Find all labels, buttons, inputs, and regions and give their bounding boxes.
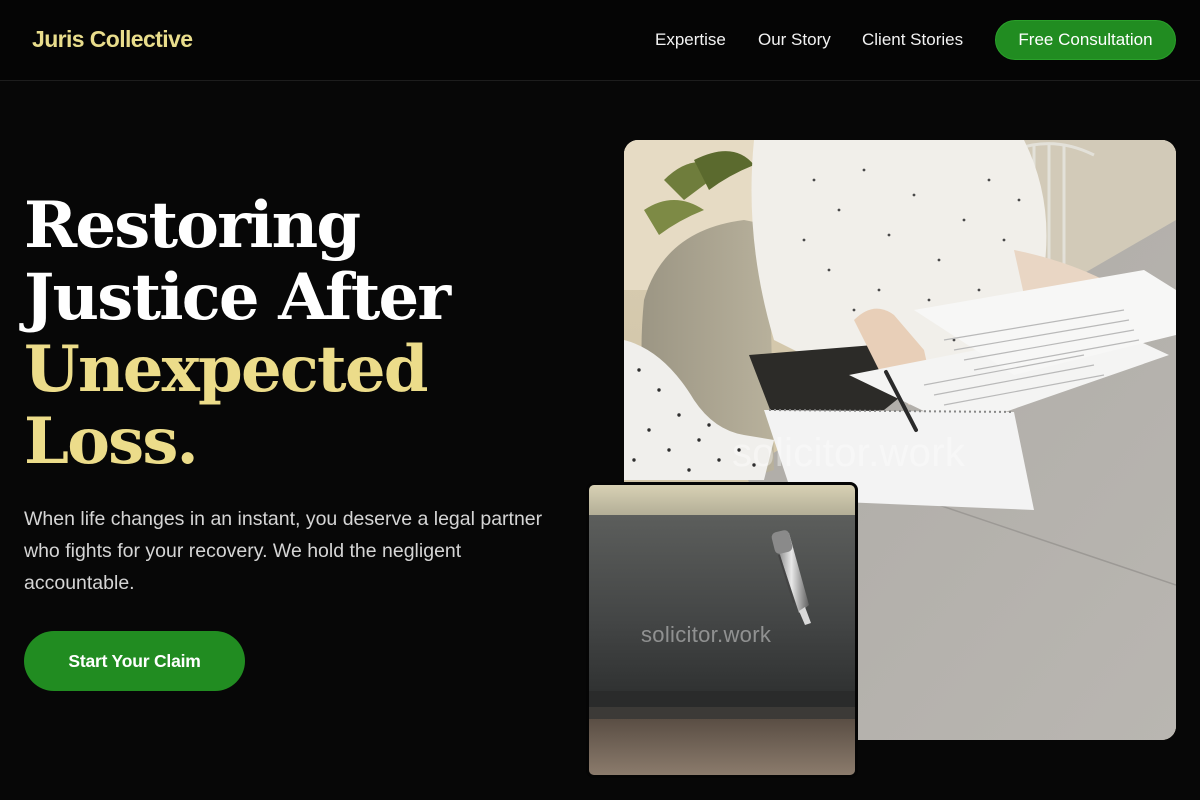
nav-link-expertise[interactable]: Expertise [655,30,726,50]
site-header: Juris Collective Expertise Our Story Cli… [0,0,1200,81]
start-claim-button[interactable]: Start Your Claim [24,631,245,691]
headline-line-2: Justice After [24,260,451,335]
headline-line-1: Restoring [24,188,361,263]
main-photo-watermark: solicitor.work [732,431,966,475]
free-consultation-button[interactable]: Free Consultation [995,20,1176,60]
hero-description: When life changes in an instant, you des… [24,508,543,594]
main-nav: Expertise Our Story Client Stories Free … [0,0,1200,81]
nav-link-client-stories[interactable]: Client Stories [862,30,963,50]
nav-link-our-story[interactable]: Our Story [758,30,831,50]
hero-headline: Restoring Justice After Unexpected Loss. [24,190,584,478]
headline-line-3: Unexpected [24,332,429,407]
inset-photo-watermark: solicitor.work [641,622,772,647]
hero-photo-pen-on-notebook: solicitor.work [586,482,858,778]
headline-line-4: Loss. [24,404,199,479]
